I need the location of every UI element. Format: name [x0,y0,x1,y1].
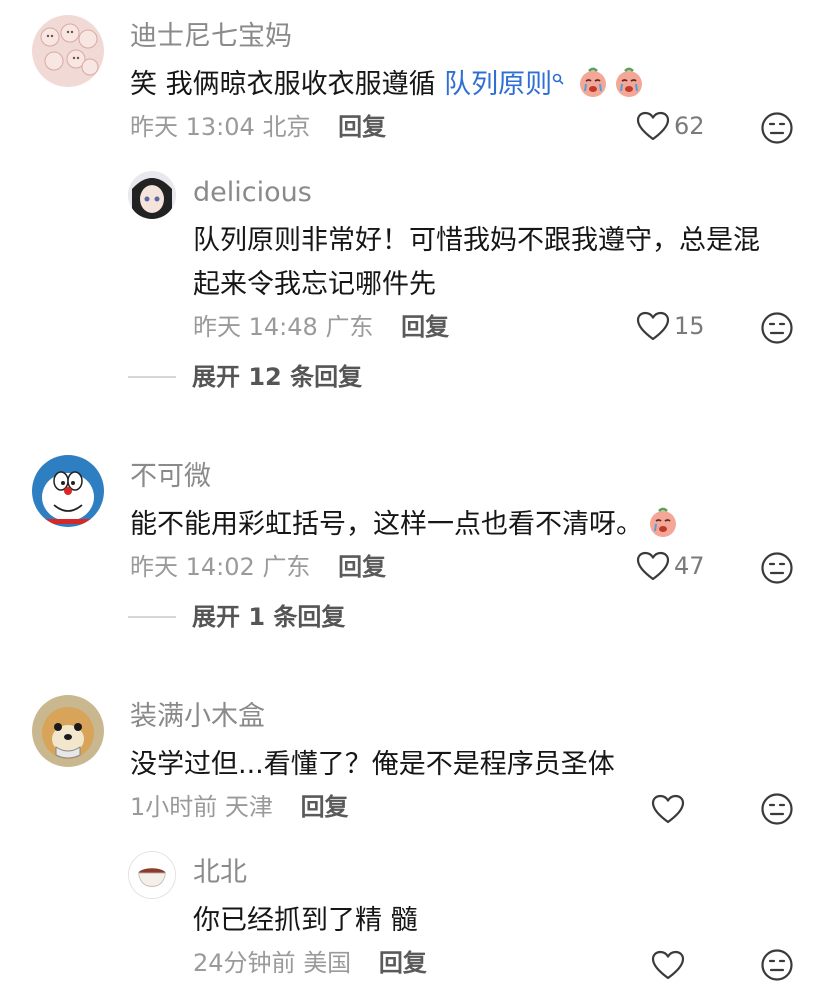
heart-icon [651,950,685,980]
reply-button[interactable]: 回复 [338,113,386,141]
comment-text: 没学过但...看懂了？俺是不是程序员圣体 [130,749,615,780]
divider [128,376,176,378]
heart-icon [636,551,670,581]
comment-text-body: 能不能用彩虹括号，这样一点也看不清呀。 [130,509,643,540]
dislike-face-icon[interactable] [760,948,794,982]
timestamp: 昨天 14:02 [130,553,255,581]
avatar[interactable] [128,851,176,899]
expand-replies-button[interactable]: 展开 12 条回复 [128,362,362,392]
bowl-avatar-icon [129,852,175,898]
comment-meta: 昨天 13:04 北京 回复 [130,112,386,142]
crying-face-emoji-icon [579,67,606,97]
reply-button[interactable]: 回复 [379,949,427,977]
like-count: 47 [674,552,705,580]
comment-meta: 昨天 14:48 广东 回复 [193,312,449,342]
comment-text: 笑 我俩晾衣服收衣服遵循 队列原则 [130,63,645,107]
expand-replies-button[interactable]: 展开 1 条回复 [128,602,345,632]
comment-meta: 昨天 14:02 广东 回复 [130,552,386,582]
anime-girl-avatar-icon [128,171,176,219]
comment-text: 能不能用彩虹括号，这样一点也看不清呀。 [130,503,679,547]
username[interactable]: 装满小木盒 [130,701,265,733]
like-button[interactable] [651,794,689,824]
dislike-face-icon[interactable] [760,551,794,585]
comment-text: 队列原则非常好！可惜我妈不跟我遵守，总是混 [193,225,760,256]
topic-link[interactable]: 队列原则 [444,69,552,100]
reply-button[interactable]: 回复 [301,793,349,821]
cartoon-faces-avatar-icon [32,15,104,87]
heart-icon [651,794,685,824]
like-button[interactable]: 47 [636,551,705,581]
dislike-face-icon[interactable] [760,792,794,826]
dog-avatar-icon [32,695,104,767]
expand-replies-label: 展开 12 条回复 [192,363,363,391]
avatar[interactable] [32,695,104,767]
comment-meta: 24分钟前 美国 回复 [193,948,427,978]
reply-button[interactable]: 回复 [401,313,449,341]
dislike-face-icon[interactable] [760,311,794,345]
divider [128,616,176,618]
doraemon-avatar-icon [32,455,104,527]
crying-face-emoji-icon [615,67,642,97]
expand-replies-label: 展开 1 条回复 [192,603,346,631]
location: 广东 [262,553,311,581]
comment-meta: 1小时前 天津 回复 [130,792,349,822]
search-icon [552,73,564,85]
location: 广东 [325,313,374,341]
heart-icon [636,111,670,141]
like-button[interactable] [651,950,689,980]
location: 北京 [262,113,311,141]
username[interactable]: delicious [193,177,312,209]
timestamp: 昨天 13:04 [130,113,255,141]
username[interactable]: 北北 [193,857,247,889]
username[interactable]: 迪士尼七宝妈 [130,21,292,53]
comment-text-prefix: 笑 我俩晾衣服收衣服遵循 [130,69,445,100]
location: 天津 [224,793,273,821]
avatar[interactable] [128,171,176,219]
like-count: 15 [674,312,705,340]
heart-icon [636,311,670,341]
location: 美国 [303,949,352,977]
timestamp: 24分钟前 [193,949,296,977]
like-button[interactable]: 62 [636,111,705,141]
username[interactable]: 不可微 [130,461,211,493]
dislike-face-icon[interactable] [760,111,794,145]
avatar[interactable] [32,455,104,527]
like-button[interactable]: 15 [636,311,705,341]
comment-text: 你已经抓到了精 髓 [193,905,418,936]
comment-text: 起来令我忘记哪件先 [193,269,436,300]
like-count: 62 [674,112,705,140]
avatar[interactable] [32,15,104,87]
timestamp: 1小时前 [130,793,218,821]
reply-button[interactable]: 回复 [338,553,386,581]
crying-face-emoji-icon [650,507,676,537]
timestamp: 昨天 14:48 [193,313,318,341]
